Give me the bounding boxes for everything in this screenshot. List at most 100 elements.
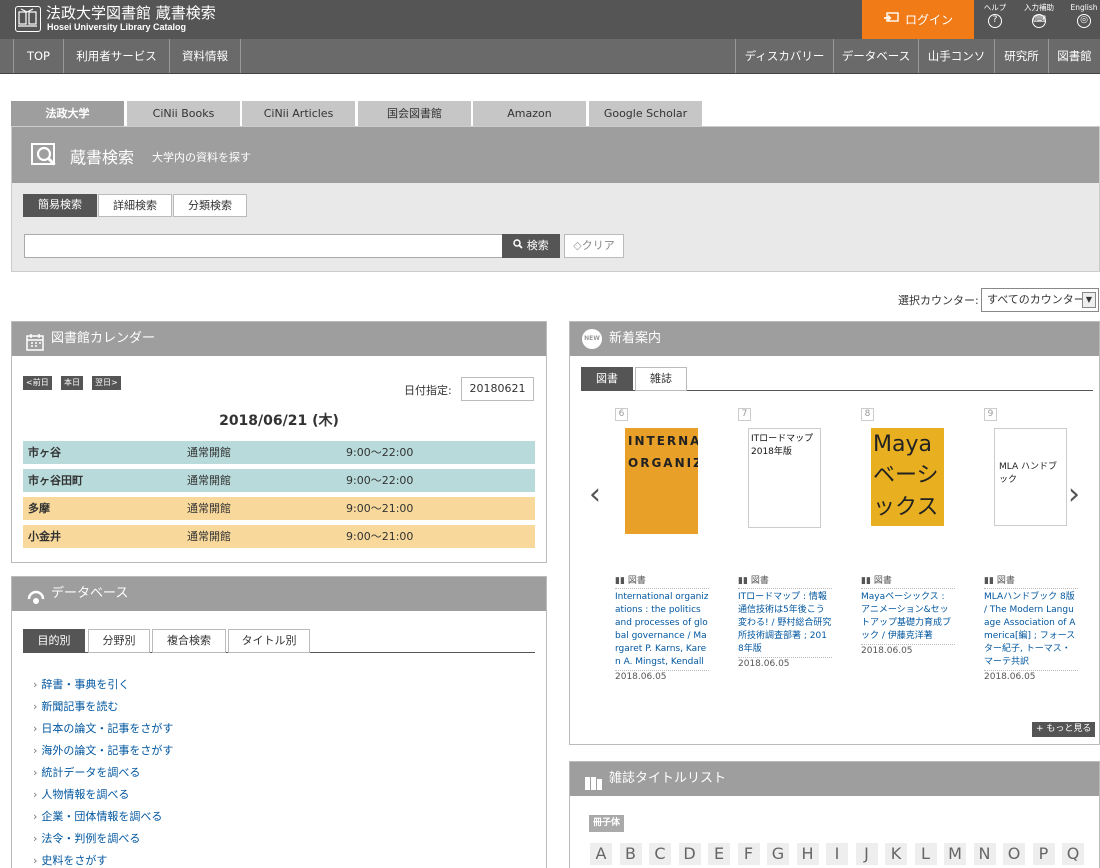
tab-hosei[interactable]: 法政大学 [11, 101, 124, 126]
university-logo-icon[interactable] [15, 6, 41, 32]
nav-libraries[interactable]: 図書館 [1048, 39, 1100, 73]
letter-filter[interactable]: Q [1062, 843, 1084, 865]
database-link[interactable]: › 海外の論文・記事をさがす [33, 742, 173, 758]
nav-user-services[interactable]: 利用者サービス [63, 39, 169, 73]
database-link[interactable]: › 辞書・事典を引く [33, 676, 129, 692]
item-title-link[interactable]: Mayaベーシックス : アニメーション&セットアップ基礎力育成ブック / 伊藤… [861, 591, 955, 643]
letter-filter[interactable]: M [944, 843, 966, 865]
letter-filter[interactable]: L [914, 843, 937, 865]
item-number: 9 [984, 408, 997, 421]
arrow-icon: › [33, 700, 38, 713]
database-link-label: 辞書・事典を引く [41, 678, 130, 691]
tab-books[interactable]: 図書 [581, 367, 633, 391]
main-nav: TOP 利用者サービス 資料情報 ディスカバリー データベース 山手コンソ 研究… [0, 39, 1100, 74]
carousel-next-icon[interactable]: › [1068, 480, 1080, 510]
journal-list-header: 雑誌タイトルリスト [570, 762, 1099, 796]
login-icon [883, 12, 899, 27]
database-link[interactable]: › 統計データを調べる [33, 764, 140, 780]
clear-button[interactable]: ◇クリア [564, 234, 624, 258]
calendar-row: 多摩 通常開館 9:00～21:00 [23, 497, 535, 520]
item-title-link[interactable]: ITロードマップ : 情報通信技術は5年後こう変わる! / 野村総合研究所技術調… [738, 591, 832, 656]
arrow-icon: › [33, 854, 38, 867]
book-cover[interactable]: INTERNATIONAL ORGANIZATIONS [625, 428, 698, 534]
help-link[interactable]: ヘルプ? [973, 3, 1017, 28]
library-hours: 9:00～22:00 [346, 474, 414, 487]
tab-ndl[interactable]: 国会図書館 [358, 101, 471, 126]
item-title-link[interactable]: International organizations : the politi… [615, 591, 709, 669]
book-cover[interactable]: MLA ハンドブック [994, 428, 1067, 526]
input-assist-link[interactable]: 入力補助 ⌨ [1017, 3, 1061, 28]
db-tab-field[interactable]: 分野別 [88, 629, 150, 653]
database-link[interactable]: › 新聞記事を読む [33, 698, 118, 714]
book-cover[interactable]: Maya ベーシックス [871, 428, 944, 526]
english-link[interactable]: English ◎ [1062, 3, 1100, 28]
calendar-title: 図書館カレンダー [51, 331, 156, 346]
counter-select-value: すべてのカウンター [987, 293, 1085, 306]
nav-materials[interactable]: 資料情報 [169, 39, 241, 73]
search-panel-header: 蔵書検索 大学内の資料を探す [12, 127, 1099, 183]
item-divider [738, 657, 832, 658]
db-tab-purpose[interactable]: 目的別 [23, 629, 85, 653]
db-tab-cross-search[interactable]: 複合検索 [152, 629, 226, 653]
nav-top[interactable]: TOP [13, 39, 63, 73]
nav-yamate-consortium[interactable]: 山手コンソ [918, 39, 994, 73]
db-tab-title[interactable]: タイトル別 [228, 629, 310, 653]
database-link-label: 企業・団体情報を調べる [41, 810, 163, 823]
globe-icon: ◎ [1077, 14, 1091, 28]
search-button[interactable]: 検索 [502, 234, 560, 258]
input-assist-label: 入力補助 [1024, 3, 1054, 12]
tab-cinii-books[interactable]: CiNii Books [127, 101, 240, 126]
database-link[interactable]: › 人物情報を調べる [33, 786, 129, 802]
library-hours: 9:00～21:00 [346, 502, 414, 515]
classification-search-tab[interactable]: 分類検索 [173, 194, 247, 217]
simple-search-tab[interactable]: 簡易検索 [23, 194, 97, 217]
date-input[interactable]: 20180621 [461, 377, 534, 401]
database-link[interactable]: › 日本の論文・記事をさがす [33, 720, 173, 736]
letter-filter[interactable]: J [855, 843, 878, 865]
tab-google-scholar[interactable]: Google Scholar [589, 101, 702, 126]
login-button[interactable]: ログイン [862, 0, 974, 39]
tab-journals[interactable]: 雑誌 [635, 367, 687, 391]
letter-filter[interactable]: A [590, 843, 612, 865]
letter-filter[interactable]: F [737, 843, 760, 865]
letter-filter[interactable]: O [1003, 843, 1025, 865]
database-link[interactable]: › 法令・判例を調べる [33, 830, 140, 846]
calendar-date-heading: 2018/06/21 (木) [219, 413, 339, 429]
counter-select[interactable]: すべてのカウンター ▼ [981, 288, 1099, 312]
letter-filter[interactable]: I [826, 843, 848, 865]
letter-filter[interactable]: G [767, 843, 789, 865]
database-link[interactable]: › 史料をさがす [33, 852, 107, 868]
tab-cinii-articles[interactable]: CiNii Articles [242, 101, 355, 126]
database-link[interactable]: › 企業・団体情報を調べる [33, 808, 162, 824]
tab-amazon[interactable]: Amazon [473, 101, 586, 126]
nav-institutes[interactable]: 研究所 [994, 39, 1048, 73]
more-button[interactable]: + もっと見る [1032, 722, 1096, 737]
database-link-label: 法令・判例を調べる [41, 832, 141, 845]
letter-filter[interactable]: K [885, 843, 907, 865]
item-divider [615, 670, 709, 671]
site-title[interactable]: 法政大学図書館 蔵書検索 [46, 4, 216, 22]
today-button[interactable]: 本日 [61, 376, 83, 390]
letter-filter[interactable]: N [973, 843, 996, 865]
letter-filter[interactable]: H [796, 843, 819, 865]
letter-filter[interactable]: P [1032, 843, 1055, 865]
calendar-row: 市ヶ谷田町 通常開館 9:00～22:00 [23, 469, 535, 492]
book-cover[interactable]: ITロードマップ 2018年版 [748, 428, 821, 528]
search-input[interactable] [24, 234, 503, 258]
advanced-search-tab[interactable]: 詳細検索 [98, 194, 172, 217]
letter-filter[interactable]: B [619, 843, 642, 865]
carousel-prev-icon[interactable]: ‹ [589, 480, 601, 510]
nav-discovery[interactable]: ディスカバリー [735, 39, 833, 73]
keyboard-icon: ⌨ [1032, 14, 1046, 28]
calendar-row: 小金井 通常開館 9:00～21:00 [23, 525, 535, 548]
item-title-link[interactable]: MLAハンドブック 8版 / The Modern Language Assoc… [984, 591, 1078, 669]
print-badge: 冊子体 [589, 815, 625, 832]
book-icon: ▮▮ [861, 576, 871, 586]
letter-filter[interactable]: D [678, 843, 701, 865]
item-type-label: 図書 [750, 576, 769, 586]
next-day-button[interactable]: 翌日> [92, 376, 121, 390]
nav-databases[interactable]: データベース [833, 39, 918, 73]
letter-filter[interactable]: C [649, 843, 671, 865]
letter-filter[interactable]: E [708, 843, 730, 865]
prev-day-button[interactable]: <前日 [23, 376, 52, 390]
